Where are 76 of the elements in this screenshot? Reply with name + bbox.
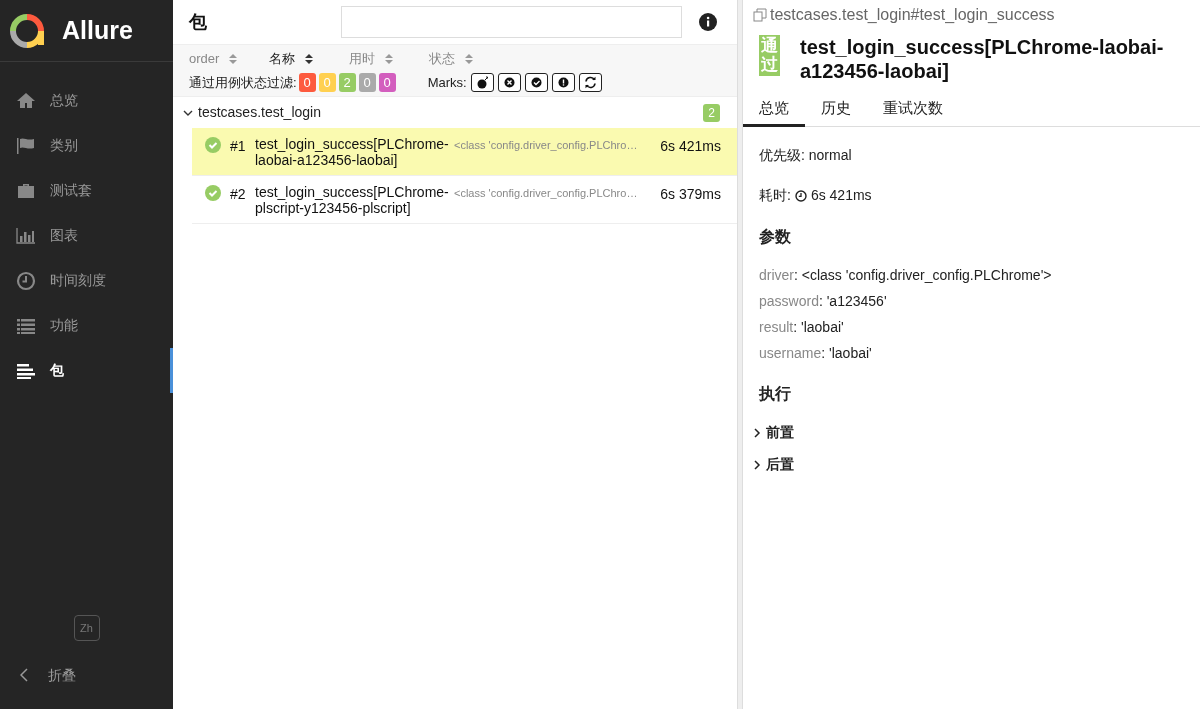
sort-icon xyxy=(465,52,473,65)
test-number: #1 xyxy=(230,137,247,156)
filter-label: 通过用例状态过滤: xyxy=(189,73,297,92)
pane-title: 包 xyxy=(189,10,208,34)
test-row[interactable]: #1 test_login_success[PLChrome-laobai-a123456-laobai] <class 'config.driver_config.PLChro… 6s 421ms xyxy=(192,128,737,176)
expandable-section[interactable]: 后置 xyxy=(753,454,1184,475)
x-circle-icon xyxy=(502,75,516,89)
check-circle-icon xyxy=(529,75,543,89)
search-field[interactable] xyxy=(341,6,682,38)
check-circle-icon xyxy=(205,137,221,153)
tree-group[interactable]: testcases.test_login 2 xyxy=(173,97,737,128)
section-heading: 执行 xyxy=(759,384,792,404)
chevron-right-icon xyxy=(753,459,761,470)
clock-icon xyxy=(16,270,36,291)
tab[interactable]: 历史 xyxy=(805,93,867,127)
test-number: #2 xyxy=(230,185,247,204)
bar-chart-icon xyxy=(16,225,36,246)
sort-button[interactable]: 用时 xyxy=(349,49,429,69)
priority-text: 优先级: normal xyxy=(759,146,853,165)
test-duration: 6s 421ms xyxy=(660,137,721,156)
app-logo-text: Allure xyxy=(62,14,133,46)
chevron-right-icon xyxy=(753,427,761,438)
sort-button[interactable]: 名称 xyxy=(269,49,349,69)
duration-label: 耗时: xyxy=(759,186,791,205)
nav-item[interactable]: 时间刻度 xyxy=(0,258,173,303)
test-parameter: <class 'config.driver_config.PLChro… xyxy=(454,186,639,201)
parameter-value: : 'laobai' xyxy=(793,318,844,337)
nav-item[interactable]: 测试套 xyxy=(0,168,173,213)
status-filter[interactable]: 0 xyxy=(378,72,396,92)
sort-icon xyxy=(385,52,393,65)
flag-icon xyxy=(16,135,36,156)
count-badge: 2 xyxy=(703,103,720,122)
test-name: test_login_success[PLChrome-plscript-y123456-plscript] xyxy=(255,184,450,216)
nav-item[interactable]: 包 xyxy=(0,348,173,393)
mark-filter-button[interactable] xyxy=(578,72,602,92)
check-circle-icon xyxy=(205,185,221,201)
parameter-name: password xyxy=(759,292,819,311)
parameter-name: driver xyxy=(759,266,794,285)
chevron-left-icon xyxy=(20,668,28,682)
clock-icon xyxy=(794,189,807,202)
refresh-icon xyxy=(583,75,597,89)
nav-item[interactable]: 图表 xyxy=(0,213,173,258)
nav-item[interactable]: 功能 xyxy=(0,303,173,348)
status-badge: 通过 xyxy=(759,35,780,77)
tab[interactable]: 总览 xyxy=(743,93,805,127)
collapse-button[interactable]: 折叠 xyxy=(0,653,173,697)
parameter-value: : 'laobai' xyxy=(821,344,872,363)
mark-filter-button[interactable] xyxy=(470,72,494,92)
test-name: test_login_success[PLChrome-laobai-a123456-laobai] xyxy=(255,136,450,168)
test-parameter: <class 'config.driver_config.PLChro… xyxy=(454,138,639,153)
tab[interactable]: 重试次数 xyxy=(867,93,959,127)
status-filter[interactable]: 0 xyxy=(298,72,316,92)
language-button[interactable]: Zh xyxy=(73,615,100,641)
sort-icon xyxy=(305,52,313,65)
duration-value: 6s 421ms xyxy=(810,186,872,205)
home-icon xyxy=(16,90,36,111)
sort-icon xyxy=(229,52,238,65)
test-path: testcases.test_login#test_login_success xyxy=(770,5,1055,25)
nav-item[interactable]: 类别 xyxy=(0,123,173,168)
info-icon[interactable] xyxy=(699,13,717,31)
parameter-value: : <class 'config.driver_config.PLChrome'> xyxy=(794,266,1052,285)
nav-item[interactable]: 总览 xyxy=(0,78,173,123)
mark-filter-button[interactable] xyxy=(551,72,575,92)
logo-icon xyxy=(10,13,44,48)
sort-button[interactable]: order xyxy=(189,49,269,69)
parameter-value: : 'a123456' xyxy=(818,292,887,311)
sort-button[interactable]: 状态 xyxy=(429,49,509,69)
mark-filter-button[interactable] xyxy=(497,72,521,92)
test-title: test_login_success[PLChrome-laobai-a123456-laobai] xyxy=(800,35,1165,83)
marks-label: Marks: xyxy=(427,73,467,92)
exclamation-circle-icon xyxy=(556,75,570,89)
section-heading: 参数 xyxy=(759,227,792,247)
mark-filter-button[interactable] xyxy=(524,72,548,92)
bomb-icon xyxy=(475,75,489,89)
expandable-section[interactable]: 前置 xyxy=(753,422,1184,443)
test-duration: 6s 379ms xyxy=(660,185,721,204)
